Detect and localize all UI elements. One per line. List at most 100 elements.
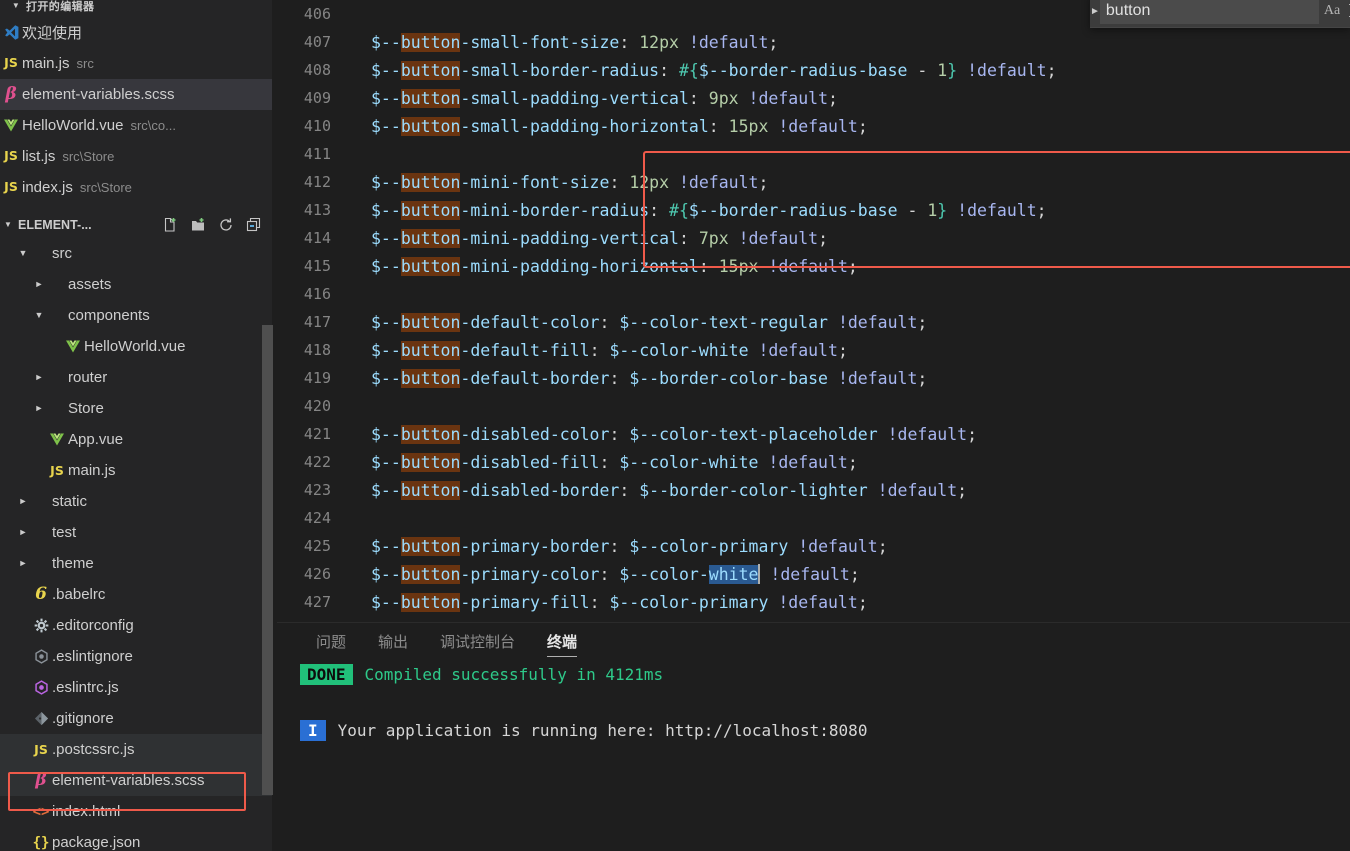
tree-item[interactable]: ▼ components [0,300,277,331]
open-editor-path: src\Store [62,149,115,164]
collapse-all-icon[interactable] [243,214,265,236]
js-icon: JS [4,148,18,164]
tree-item-label: router [68,369,108,386]
open-editor-item[interactable]: HelloWorld.vue src\co... [0,110,277,141]
line-number: 416 [303,285,331,303]
explorer-actions [159,214,277,236]
code-line[interactable]: 426 $--button-primary-color: $--color-whi… [277,560,1350,588]
code-line[interactable]: 417 $--button-default-color: $--color-tex… [277,308,1350,336]
code-line[interactable]: 422 $--button-disabled-fill: $--color-whi… [277,448,1350,476]
code-line[interactable]: 425 $--button-primary-border: $--color-pr… [277,532,1350,560]
code-line[interactable]: 420 [277,392,1350,420]
scss-icon: β [35,770,47,790]
line-number: 422 [303,453,331,471]
line-content: $--button-small-border-radius: #{$--bord… [371,60,1057,80]
tree-item[interactable]: .editorconfig [0,610,277,641]
tree-item[interactable]: HelloWorld.vue [0,331,277,362]
open-editor-item[interactable]: 欢迎使用 [0,17,277,48]
line-number: 409 [303,89,331,107]
tree-item[interactable]: App.vue [0,424,277,455]
code-editor[interactable]: 406 407 $--button-small-font-size: 12px !d… [277,0,1350,622]
tree-item-label: package.json [52,834,141,851]
terminal-text: Compiled successfully in 4121ms [364,664,664,684]
tree-item-label: index.html [52,803,121,820]
code-line[interactable]: 411 [277,140,1350,168]
panel-tab[interactable]: 调试控制台 [424,624,531,659]
terminal-output[interactable]: DONE Compiled successfully in 4121ms I Your… [277,660,1350,744]
tree-item[interactable]: {} package.json [0,827,277,851]
panel-tab[interactable]: 输出 [362,624,424,659]
match-case-icon[interactable]: Aa [1319,3,1345,19]
line-content: $--button-mini-font-size: 12px !default; [371,172,769,192]
code-line[interactable]: 419 $--button-default-border: $--border-c… [277,364,1350,392]
code-line[interactable]: 413 $--button-mini-border-radius: #{$--bo… [277,196,1350,224]
open-editor-item[interactable]: JS list.js src\Store [0,141,277,172]
tree-item[interactable]: <> index.html [0,796,277,827]
chevron-right-icon[interactable]: ► [1090,6,1100,17]
tree-item[interactable]: β element-variables.scss [0,765,277,796]
tree-item[interactable]: JS .postcssrc.js [0,734,277,765]
whole-word-icon[interactable]: Ab [1345,3,1350,19]
code-line[interactable]: 407 $--button-small-font-size: 12px !defa… [277,28,1350,56]
open-editors-list: 欢迎使用 JS main.js src β element-variables.scss H… [0,17,277,203]
find-input[interactable] [1099,0,1319,24]
line-content: $--button-small-padding-horizontal: 15px… [371,116,868,136]
line-number: 412 [303,173,331,191]
open-editor-path: src\co... [130,118,176,133]
js-icon: JS [50,463,64,478]
chevron-right-icon: ► [18,558,28,568]
open-editor-item[interactable]: JS index.js src\Store [0,172,277,203]
line-number: 414 [303,229,331,247]
tree-item[interactable]: ▼ src [0,238,277,269]
open-editors-header[interactable]: ▼ 打开的编辑器 [0,0,277,17]
tree-item[interactable]: JS main.js [0,455,277,486]
panel-tab[interactable]: 终端 [531,624,593,659]
tree-item[interactable]: 6 .babelrc [0,579,277,610]
chevron-down-icon: ▼ [11,1,21,10]
chevron-down-icon: ▼ [18,248,28,258]
chevron-right-icon: ► [34,372,44,382]
open-editor-label: 欢迎使用 [22,25,83,42]
code-line[interactable]: 427 $--button-primary-fill: $--color-prim… [277,588,1350,616]
tree-item[interactable]: ► Store [0,393,277,424]
code-line[interactable]: 423 $--button-disabled-border: $--border-… [277,476,1350,504]
sidebar: ▼ 打开的编辑器 欢迎使用 JS main.js src β element-variab… [0,0,277,851]
tree-item[interactable]: ► theme [0,548,277,579]
sidebar-scrollbar[interactable] [262,325,273,795]
open-editor-label: main.js [22,55,70,72]
explorer-header[interactable]: ▼ ELEMENT-... [0,212,277,238]
tree-item[interactable]: ► test [0,517,277,548]
open-editor-label: list.js [22,148,56,165]
tree-item[interactable]: .eslintrc.js [0,672,277,703]
tree-item[interactable]: ► static [0,486,277,517]
tree-item[interactable]: ► router [0,362,277,393]
terminal-line: DONE Compiled successfully in 4121ms [277,660,1350,688]
tree-item[interactable]: .gitignore [0,703,277,734]
code-line[interactable]: 410 $--button-small-padding-horizontal: 1… [277,112,1350,140]
panel-tab-label: 终端 [547,634,578,651]
js-icon: JS [4,55,18,71]
tree-item[interactable]: .eslintignore [0,641,277,672]
code-line[interactable]: 424 [277,504,1350,532]
code-line[interactable]: 412 $--button-mini-font-size: 12px !defau… [277,168,1350,196]
new-file-icon[interactable] [159,214,181,236]
eslintignore-icon [30,649,52,664]
code-line[interactable]: 414 $--button-mini-padding-vertical: 7px … [277,224,1350,252]
open-editor-item[interactable]: JS main.js src [0,48,277,79]
code-line[interactable]: 415 $--button-mini-padding-horizontal: 15… [277,252,1350,280]
line-content: $--button-default-border: $--border-colo… [371,368,928,388]
json-icon: {} [32,834,50,851]
code-line[interactable]: 409 $--button-small-padding-vertical: 9px… [277,84,1350,112]
tree-item-label: main.js [68,462,116,479]
open-editor-item[interactable]: β element-variables.scss [0,79,277,110]
code-line[interactable]: 408 $--button-small-border-radius: #{$--b… [277,56,1350,84]
panel-tab[interactable]: 问题 [300,624,362,659]
tree-item[interactable]: ► assets [0,269,277,300]
js-icon: JS [4,179,18,195]
code-line[interactable]: 418 $--button-default-fill: $--color-whit… [277,336,1350,364]
code-line[interactable]: 421 $--button-disabled-color: $--color-te… [277,420,1350,448]
new-folder-icon[interactable] [187,214,209,236]
refresh-icon[interactable] [215,214,237,236]
code-line[interactable]: 416 [277,280,1350,308]
